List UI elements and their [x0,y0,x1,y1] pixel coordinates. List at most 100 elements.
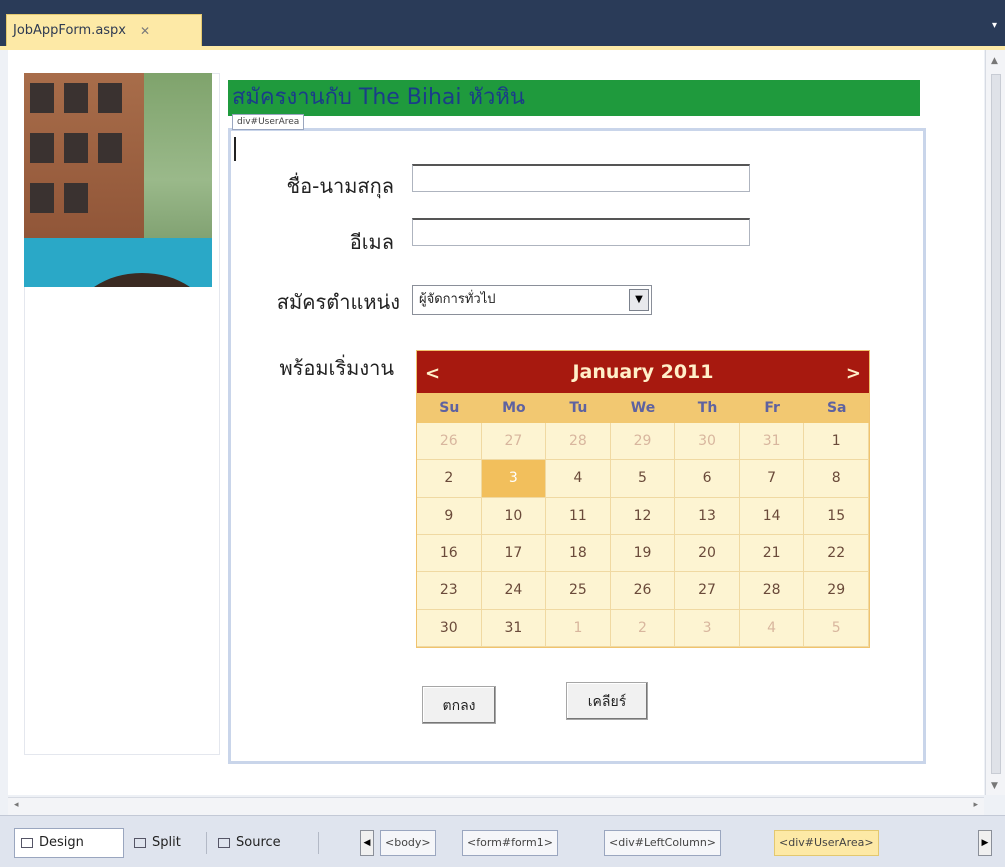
calendar-title: January 2011 [572,361,714,383]
calendar-day[interactable]: 4 [546,460,611,498]
weekday-header: Tu [569,400,588,416]
calendar-day[interactable]: 9 [417,497,482,535]
next-month-link[interactable]: > [846,363,861,384]
source-view-button[interactable]: Source [212,828,287,858]
calendar-day[interactable]: 14 [739,497,805,535]
calendar-day[interactable]: 18 [546,534,611,573]
position-select-value: ผู้จัดการทั่วไป [419,292,496,307]
calendar-day[interactable]: 5 [610,460,676,498]
position-label: สมัครตำแหน่ง [276,290,400,314]
page-header: สมัครงานกับ The Bihai หัวหิน [228,80,920,116]
calendar-day[interactable]: 15 [804,497,869,535]
split-label: Split [152,835,181,850]
split-icon [134,838,146,848]
calendar-day[interactable]: 27 [481,423,547,461]
start-date-label: พร้อมเริ่มงาน [279,356,394,380]
position-select[interactable]: ผู้จัดการทั่วไป ▼ [412,285,652,315]
calendar-day[interactable]: 21 [739,534,805,573]
calendar-day[interactable]: 12 [610,497,676,535]
breadcrumb-form[interactable]: <form#form1> [462,830,558,856]
ok-button[interactable]: ตกลง [422,686,496,724]
hotel-photo [24,73,212,287]
calendar-day[interactable]: 5 [804,609,869,647]
horizontal-scrollbar[interactable]: ◂ ▸ [8,797,984,815]
calendar-day[interactable]: 31 [739,423,805,461]
start-date-calendar: < January 2011 > Su Mo Tu We Th Fr Sa 26 27 28 29… [416,350,870,648]
text-caret [234,137,236,161]
calendar-day[interactable]: 26 [610,572,676,610]
scroll-left-icon[interactable]: ◂ [14,800,19,810]
breadcrumb-left-column[interactable]: <div#LeftColumn> [604,830,722,856]
calendar-day[interactable]: 25 [546,572,611,610]
calendar-day[interactable]: 19 [610,534,676,573]
calendar-day[interactable]: 30 [417,609,482,647]
design-icon [21,838,33,848]
tab-menu-dropdown-icon[interactable]: ▾ [992,20,997,31]
design-view-button[interactable]: Design [14,828,124,858]
calendar-weekday-row: Su Mo Tu We Th Fr Sa [417,393,869,423]
tab-jobappform[interactable]: JobAppForm.aspx ✕ [6,14,202,46]
weekday-header: Sa [826,400,847,416]
weekday-header: We [630,400,656,416]
design-label: Design [39,835,84,850]
source-label: Source [236,835,281,850]
calendar-day[interactable]: 20 [675,534,740,573]
weekday-header: Fr [764,400,780,416]
view-bar: Design Split Source ◀ <body> <form#form1… [0,815,1005,867]
scroll-right-icon[interactable]: ▸ [973,800,978,810]
breadcrumb-user-area[interactable]: <div#UserArea> [774,830,879,856]
view-separator [206,832,207,854]
email-input[interactable] [412,218,750,246]
calendar-day[interactable]: 2 [417,460,482,498]
calendar-day[interactable]: 7 [739,460,805,498]
calendar-day[interactable]: 2 [610,609,676,647]
weekday-header: Th [697,400,718,416]
calendar-day[interactable]: 24 [481,572,547,610]
calendar-day[interactable]: 11 [546,497,611,535]
clear-button[interactable]: เคลียร์ [566,682,648,720]
calendar-day[interactable]: 29 [804,572,869,610]
scroll-up-icon[interactable]: ▲ [991,56,998,66]
calendar-day[interactable]: 6 [675,460,740,498]
calendar-day[interactable]: 10 [481,497,547,535]
split-view-button[interactable]: Split [128,828,187,858]
tab-title: JobAppForm.aspx [13,23,127,38]
calendar-day[interactable]: 22 [804,534,869,573]
calendar-day[interactable]: 1 [804,423,869,461]
close-icon[interactable]: ✕ [140,24,150,38]
source-icon [218,838,230,848]
calendar-day[interactable]: 16 [417,534,482,573]
dropdown-arrow-icon[interactable]: ▼ [629,289,649,311]
calendar-day[interactable]: 27 [675,572,740,610]
name-label: ชื่อ-นามสกุล [286,174,394,198]
scroll-down-icon[interactable]: ▼ [991,781,998,791]
calendar-day[interactable]: 4 [739,609,805,647]
calendar-day[interactable]: 1 [546,609,611,647]
calendar-day-grid: 26 27 28 29 30 31 1 2 3 4 5 6 7 8 9 10 11 12 13 14 15 16 17 18 1… [417,423,869,647]
user-area-tag: div#UserArea [232,114,305,130]
calendar-day[interactable]: 3 [481,460,547,498]
calendar-day[interactable]: 31 [481,609,547,647]
calendar-day[interactable]: 3 [675,609,740,647]
email-label: อีเมล [349,230,394,254]
breadcrumb-prev-icon[interactable]: ◀ [360,830,374,856]
view-separator [318,832,319,854]
calendar-day[interactable]: 29 [610,423,676,461]
calendar-day[interactable]: 28 [739,572,805,610]
calendar-day[interactable]: 13 [675,497,740,535]
vertical-scrollbar[interactable]: ▲ ▼ [985,50,1005,795]
calendar-day[interactable]: 28 [546,423,611,461]
document-tab-strip: JobAppForm.aspx ✕ ▾ [0,0,1005,46]
breadcrumb-next-icon[interactable]: ▶ [978,830,992,856]
calendar-day[interactable]: 30 [675,423,740,461]
name-input[interactable] [412,164,750,192]
scrollbar-thumb[interactable] [991,74,1001,774]
calendar-header: < January 2011 > [417,351,869,393]
calendar-day[interactable]: 26 [417,423,482,461]
weekday-header: Su [439,400,460,416]
breadcrumb-body[interactable]: <body> [380,830,436,856]
calendar-day[interactable]: 23 [417,572,482,610]
calendar-day[interactable]: 17 [481,534,547,573]
calendar-day[interactable]: 8 [804,460,869,498]
weekday-header: Mo [502,400,526,416]
